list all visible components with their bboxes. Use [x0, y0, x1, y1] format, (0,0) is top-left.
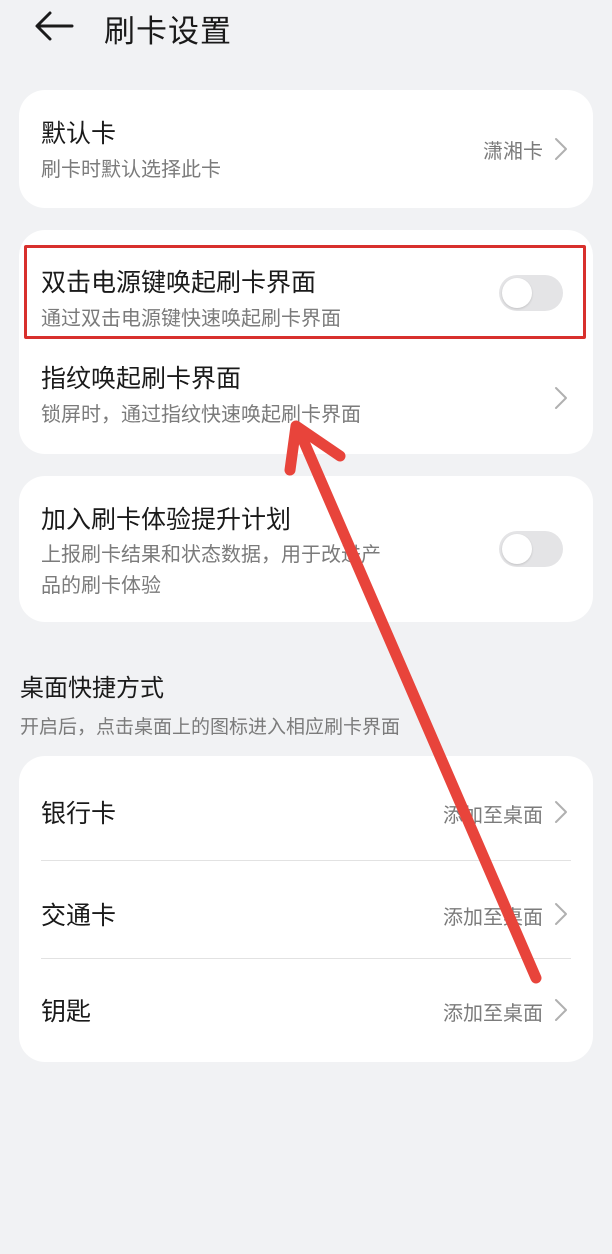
toggle-knob [502, 534, 532, 564]
section-subtitle-shortcuts: 开启后，点击桌面上的图标进入相应刷卡界面 [20, 716, 401, 738]
double-press-title: 双击电源键唤起刷卡界面 [41, 268, 317, 297]
shortcut-row-bank-card[interactable]: 银行卡 添加至桌面 [19, 756, 593, 860]
experience-title: 加入刷卡体验提升计划 [41, 505, 292, 534]
header: 刷卡设置 [0, 0, 612, 56]
double-press-power-row[interactable]: 双击电源键唤起刷卡界面 通过双击电源键快速唤起刷卡界面 [19, 230, 593, 346]
chevron-right-icon [555, 387, 567, 409]
shortcut-label: 交通卡 [41, 901, 117, 930]
add-to-desktop-link[interactable]: 添加至桌面 [443, 901, 543, 930]
default-card-row[interactable]: 默认卡 刷卡时默认选择此卡 潇湘卡 [19, 90, 593, 208]
back-button[interactable] [30, 4, 78, 48]
page-title: 刷卡设置 [104, 14, 232, 50]
chevron-right-icon [555, 801, 567, 823]
double-press-toggle[interactable] [499, 275, 563, 311]
default-card-title: 默认卡 [41, 119, 117, 148]
shortcut-row-keys[interactable]: 钥匙 添加至桌面 [19, 958, 593, 1062]
experience-card-group: 加入刷卡体验提升计划 上报刷卡结果和状态数据，用于改进产 品的刷卡体验 [19, 476, 593, 622]
arrow-left-icon [35, 11, 74, 41]
chevron-right-icon [555, 999, 567, 1021]
shortcuts-card-group: 银行卡 添加至桌面 交通卡 添加至桌面 钥匙 添加至桌面 [19, 756, 593, 1062]
section-title-shortcuts: 桌面快捷方式 [20, 674, 164, 702]
chevron-right-icon [555, 903, 567, 925]
fingerprint-wake-row[interactable]: 指纹唤起刷卡界面 锁屏时，通过指纹快速唤起刷卡界面 [19, 346, 593, 454]
default-card-subtitle: 刷卡时默认选择此卡 [41, 157, 221, 181]
wake-card-group: 双击电源键唤起刷卡界面 通过双击电源键快速唤起刷卡界面 指纹唤起刷卡界面 锁屏时… [19, 230, 593, 454]
shortcut-row-transit-card[interactable]: 交通卡 添加至桌面 [19, 860, 593, 958]
add-to-desktop-link[interactable]: 添加至桌面 [443, 799, 543, 828]
fingerprint-subtitle: 锁屏时，通过指纹快速唤起刷卡界面 [41, 402, 361, 426]
double-press-subtitle: 通过双击电源键快速唤起刷卡界面 [41, 306, 341, 330]
experience-subtitle-line2: 品的刷卡体验 [41, 573, 161, 597]
shortcut-label: 银行卡 [41, 799, 117, 828]
experience-plan-row[interactable]: 加入刷卡体验提升计划 上报刷卡结果和状态数据，用于改进产 品的刷卡体验 [19, 476, 593, 622]
shortcut-label: 钥匙 [41, 997, 92, 1026]
toggle-knob [502, 278, 532, 308]
experience-subtitle-line1: 上报刷卡结果和状态数据，用于改进产 [41, 542, 381, 566]
experience-toggle[interactable] [499, 531, 563, 567]
chevron-right-icon [555, 138, 567, 160]
add-to-desktop-link[interactable]: 添加至桌面 [443, 997, 543, 1026]
default-card-group: 默认卡 刷卡时默认选择此卡 潇湘卡 [19, 90, 593, 208]
fingerprint-title: 指纹唤起刷卡界面 [41, 364, 242, 393]
default-card-value: 潇湘卡 [483, 139, 543, 163]
